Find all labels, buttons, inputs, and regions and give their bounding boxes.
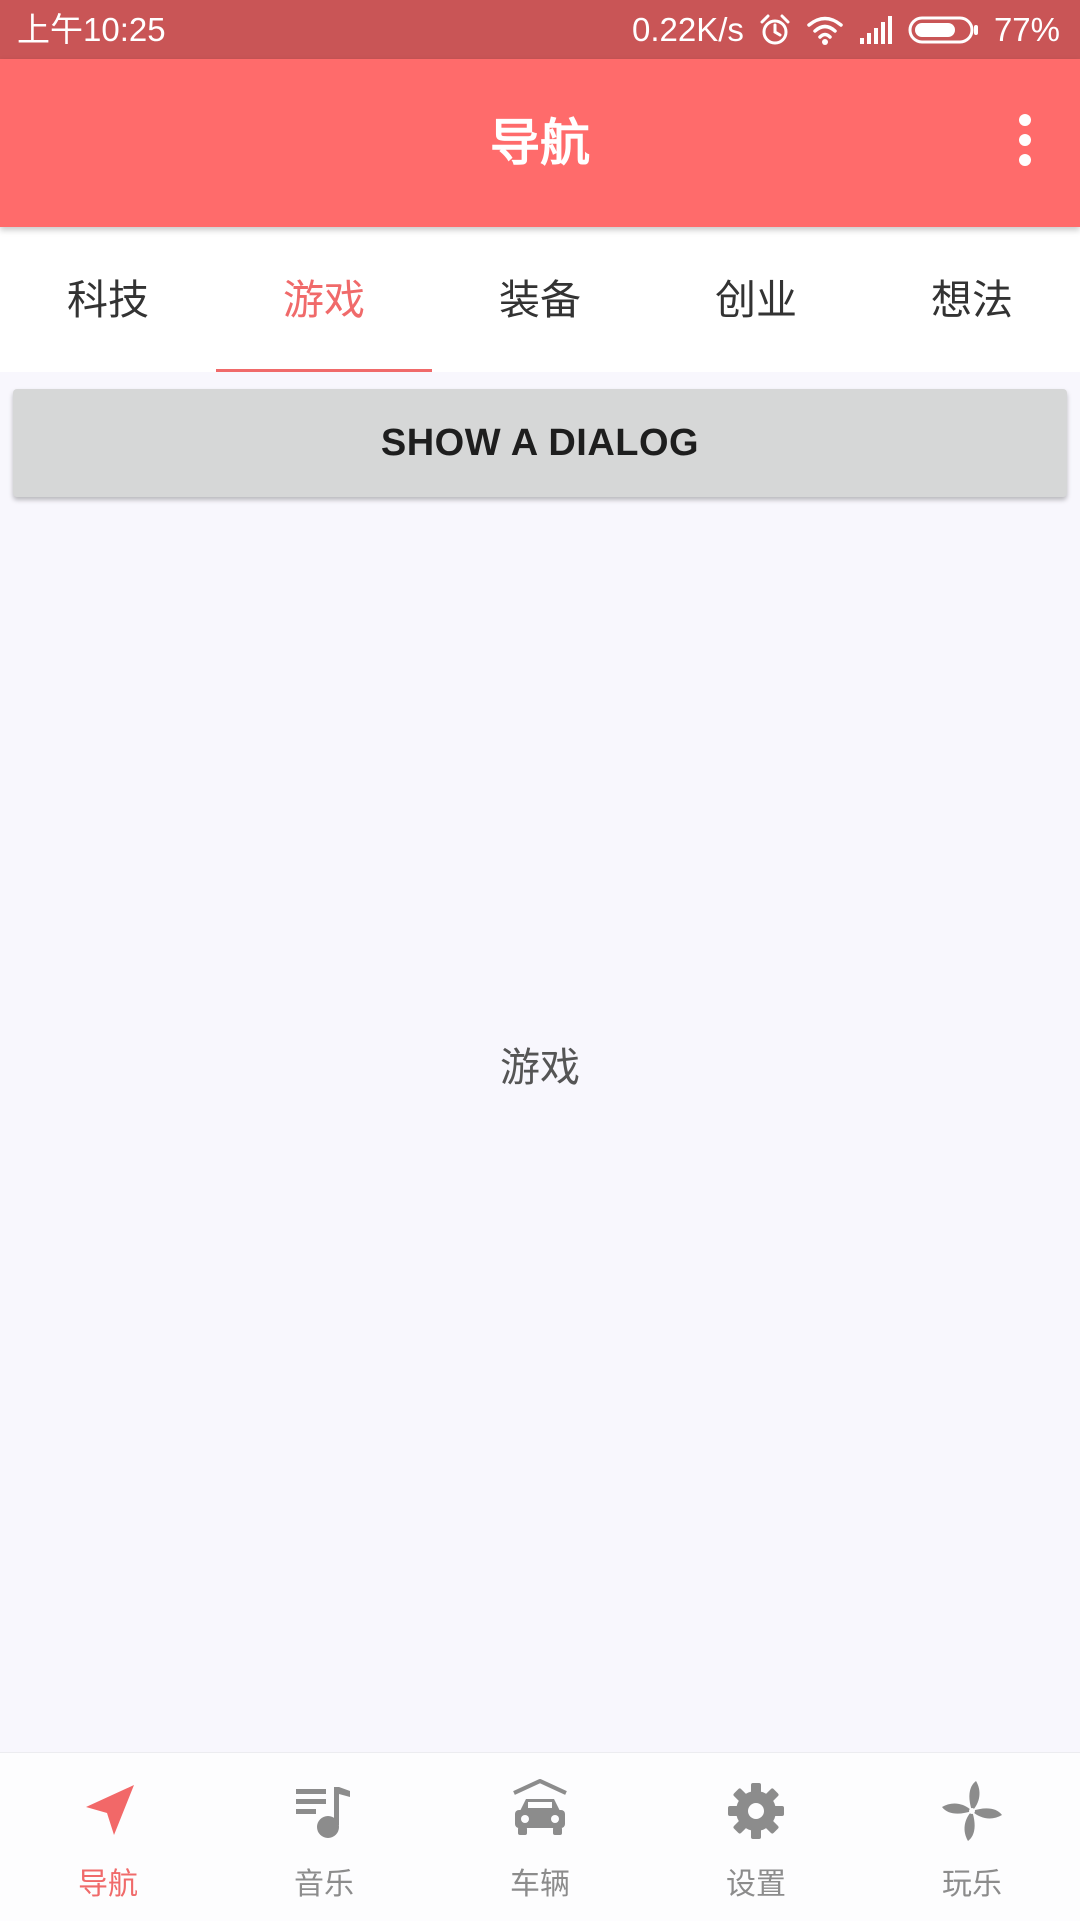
nav-item-fun[interactable]: 玩乐	[864, 1753, 1080, 1921]
nav-item-vehicles[interactable]: 车辆	[432, 1753, 648, 1921]
battery-percent: 77%	[993, 10, 1060, 48]
nav-label: 玩乐	[942, 1867, 1002, 1902]
nav-label: 设置	[726, 1867, 786, 1902]
tab-equipment[interactable]: 装备	[432, 227, 648, 372]
more-vert-icon	[1015, 112, 1035, 172]
tab-startup[interactable]: 创业	[648, 227, 864, 372]
show-dialog-button[interactable]: SHOW A DIALOG	[13, 389, 1067, 497]
status-icons: 0.22K/s 77%	[632, 0, 1060, 59]
navigation-arrow-icon	[74, 1777, 142, 1845]
pinwheel-icon	[938, 1777, 1006, 1845]
alarm-icon	[758, 13, 792, 47]
nav-label: 音乐	[294, 1867, 354, 1902]
gear-icon	[722, 1777, 790, 1845]
nav-item-navigation[interactable]: 导航	[0, 1753, 216, 1921]
wifi-icon	[806, 15, 844, 45]
nav-item-music[interactable]: 音乐	[216, 1753, 432, 1921]
tab-tech[interactable]: 科技	[0, 227, 216, 372]
nav-label: 车辆	[510, 1867, 570, 1902]
car-icon	[506, 1777, 574, 1845]
nav-item-settings[interactable]: 设置	[648, 1753, 864, 1921]
page-title: 导航	[490, 114, 590, 172]
tab-games[interactable]: 游戏	[216, 227, 432, 372]
signal-icon	[858, 15, 894, 44]
status-time: 上午10:25	[17, 11, 166, 48]
nav-label: 导航	[78, 1867, 138, 1902]
bottom-nav: 导航 音乐 车辆 设置 玩乐	[0, 1752, 1080, 1921]
network-speed: 0.22K/s	[632, 10, 744, 48]
content-label: 游戏	[500, 1045, 580, 1091]
music-playlist-icon	[290, 1777, 358, 1845]
tab-bar: 科技 游戏 装备 创业 想法	[0, 227, 1080, 372]
overflow-menu-button[interactable]	[970, 87, 1080, 197]
battery-icon	[908, 15, 980, 45]
tab-ideas[interactable]: 想法	[864, 227, 1080, 372]
app-bar: 导航	[0, 59, 1080, 227]
status-bar: 上午10:25 0.22K/s 77%	[0, 0, 1080, 59]
